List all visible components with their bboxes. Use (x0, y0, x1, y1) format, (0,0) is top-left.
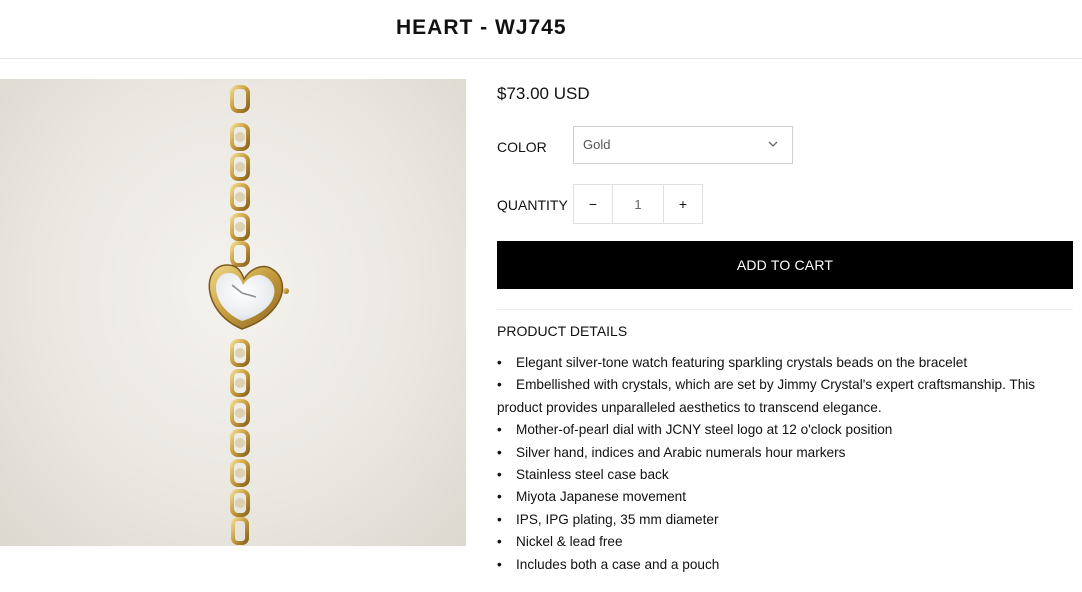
list-item: Includes both a case and a pouch (497, 554, 1067, 577)
list-item: Elegant silver-tone watch featuring spar… (497, 352, 1067, 375)
list-item: Miyota Japanese movement (497, 486, 1067, 509)
color-select-value: Gold (583, 137, 611, 152)
divider (497, 309, 1073, 310)
page-header: HEART - WJ745 (0, 0, 1082, 59)
quantity-stepper: − 1 + (573, 184, 703, 224)
product-image[interactable] (0, 79, 466, 546)
page-title: HEART - WJ745 (396, 16, 567, 39)
list-item: Nickel & lead free (497, 531, 1067, 554)
heart-watch-image (208, 85, 289, 545)
quantity-label: QUANTITY (497, 197, 568, 213)
color-select[interactable]: Gold (573, 126, 793, 164)
product-details-list: Elegant silver-tone watch featuring spar… (497, 352, 1067, 576)
list-item: Silver hand, indices and Arabic numerals… (497, 442, 1067, 465)
quantity-input[interactable]: 1 (613, 185, 663, 223)
chevron-down-icon (768, 141, 778, 147)
list-item: Stainless steel case back (497, 464, 1067, 487)
color-label: COLOR (497, 139, 547, 155)
product-details-heading: PRODUCT DETAILS (497, 323, 628, 339)
product-price: $73.00 USD (497, 84, 590, 103)
quantity-decrease-button[interactable]: − (574, 185, 613, 223)
list-item: IPS, IPG plating, 35 mm diameter (497, 509, 1067, 532)
list-item: Embellished with crystals, which are set… (497, 374, 1067, 419)
product-page: HEART - WJ745 $73.00 USD COLOR Gold QUAN… (0, 0, 1082, 592)
quantity-increase-button[interactable]: + (663, 185, 702, 223)
add-to-cart-button[interactable]: ADD TO CART (497, 241, 1073, 289)
list-item: Mother-of-pearl dial with JCNY steel log… (497, 419, 1067, 442)
